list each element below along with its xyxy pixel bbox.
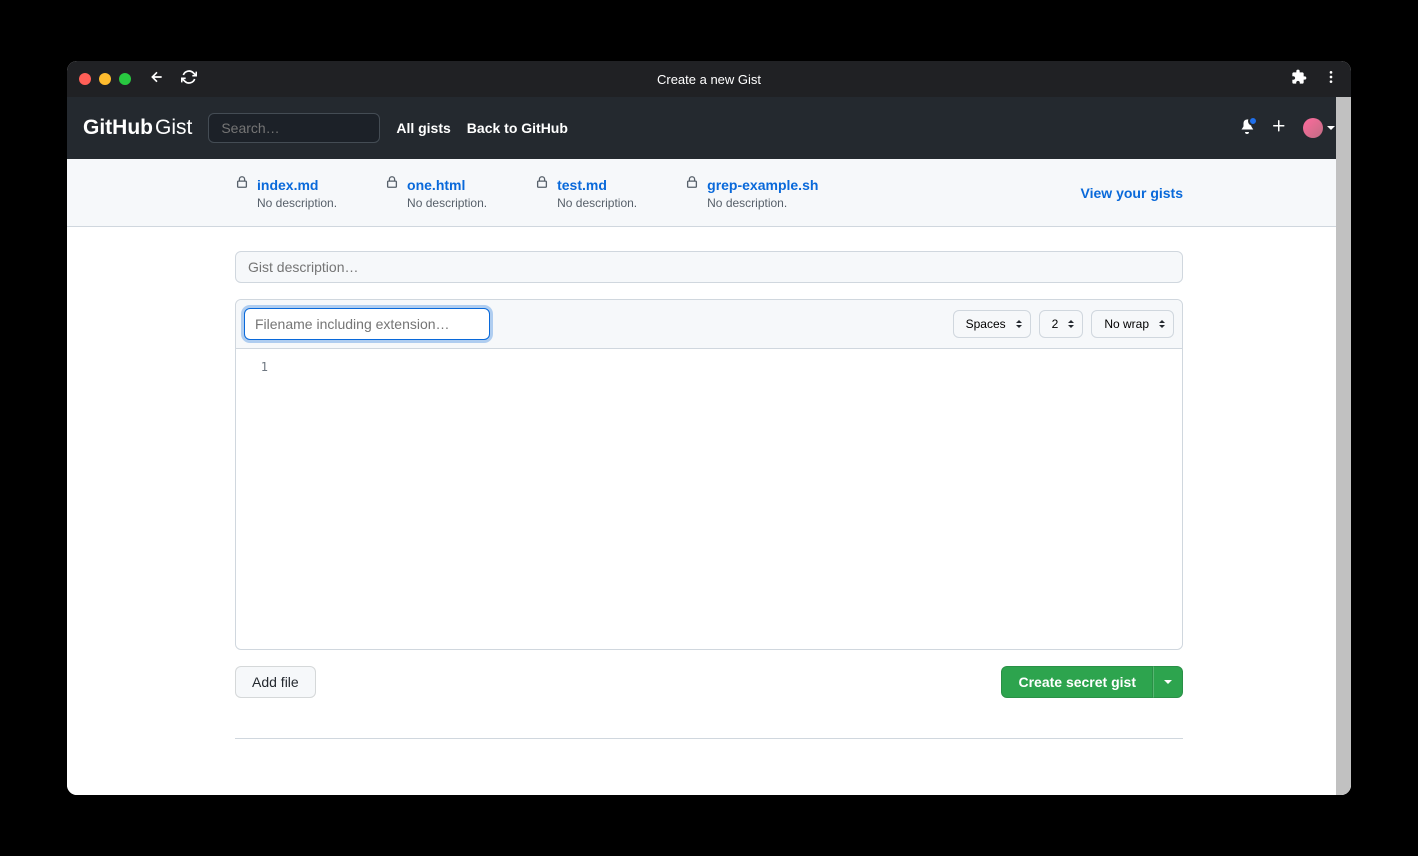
- gist-link[interactable]: test.md: [557, 177, 607, 193]
- github-header: GitHub Gist All gists Back to GitHub: [67, 97, 1351, 159]
- maximize-window-button[interactable]: [119, 73, 131, 85]
- file-header: Spaces 2 No wrap: [236, 300, 1182, 349]
- gist-description: No description.: [707, 196, 818, 210]
- view-your-gists-link[interactable]: View your gists: [1081, 185, 1183, 201]
- github-gist-logo[interactable]: GitHub Gist: [83, 116, 192, 140]
- recent-gist-item: grep-example.sh No description.: [685, 175, 818, 210]
- code-editor[interactable]: 1: [236, 349, 1182, 649]
- gist-link[interactable]: one.html: [407, 177, 465, 193]
- search-input[interactable]: [208, 113, 380, 143]
- minimize-window-button[interactable]: [99, 73, 111, 85]
- all-gists-link[interactable]: All gists: [396, 120, 450, 136]
- back-icon[interactable]: [149, 69, 165, 90]
- recent-gist-item: test.md No description.: [535, 175, 637, 210]
- browser-window: Create a new Gist GitHub Gist All gists …: [67, 61, 1351, 795]
- recent-gist-item: index.md No description.: [235, 175, 337, 210]
- code-content[interactable]: [276, 349, 1182, 649]
- caret-down-icon: [1327, 126, 1335, 130]
- recent-gist-item: one.html No description.: [385, 175, 487, 210]
- browser-chrome-bar: Create a new Gist: [67, 61, 1351, 97]
- tab-title: Create a new Gist: [657, 72, 761, 87]
- reload-icon[interactable]: [181, 69, 197, 90]
- create-gist-dropdown[interactable]: [1153, 666, 1183, 698]
- footer-divider: [235, 738, 1183, 739]
- lock-icon: [385, 175, 399, 194]
- lock-icon: [535, 175, 549, 194]
- window-controls: [79, 73, 131, 85]
- notification-indicator: [1248, 116, 1258, 126]
- wrap-mode-select[interactable]: No wrap: [1091, 310, 1174, 338]
- lock-icon: [685, 175, 699, 194]
- back-to-github-link[interactable]: Back to GitHub: [467, 120, 568, 136]
- gist-link[interactable]: grep-example.sh: [707, 177, 818, 193]
- select-caret-icon: [1016, 320, 1022, 328]
- gist-description: No description.: [557, 196, 637, 210]
- notifications-button[interactable]: [1239, 118, 1255, 139]
- avatar: [1303, 118, 1323, 138]
- gist-description-input[interactable]: [235, 251, 1183, 283]
- scrollbar[interactable]: [1336, 97, 1351, 795]
- gist-link[interactable]: index.md: [257, 177, 318, 193]
- recent-gists-bar: index.md No description. one.html No des…: [67, 159, 1351, 227]
- create-secret-gist-button[interactable]: Create secret gist: [1001, 666, 1153, 698]
- main-content: Spaces 2 No wrap: [219, 227, 1199, 763]
- file-editor: Spaces 2 No wrap: [235, 299, 1183, 650]
- content-wrapper: Spaces 2 No wrap: [67, 227, 1351, 795]
- filename-input[interactable]: [244, 308, 490, 340]
- gist-description: No description.: [407, 196, 487, 210]
- caret-down-icon: [1164, 680, 1172, 684]
- action-bar: Add file Create secret gist: [235, 666, 1183, 698]
- indent-size-select[interactable]: 2: [1039, 310, 1084, 338]
- gist-description: No description.: [257, 196, 337, 210]
- indent-mode-select[interactable]: Spaces: [953, 310, 1031, 338]
- scrollbar-thumb[interactable]: [1336, 97, 1351, 795]
- select-caret-icon: [1068, 320, 1074, 328]
- create-new-button[interactable]: [1271, 118, 1287, 139]
- line-gutter: 1: [236, 349, 276, 649]
- close-window-button[interactable]: [79, 73, 91, 85]
- add-file-button[interactable]: Add file: [235, 666, 316, 698]
- user-menu[interactable]: [1303, 118, 1335, 138]
- lock-icon: [235, 175, 249, 194]
- menu-icon[interactable]: [1323, 69, 1339, 90]
- select-caret-icon: [1159, 320, 1165, 328]
- extensions-icon[interactable]: [1291, 69, 1307, 90]
